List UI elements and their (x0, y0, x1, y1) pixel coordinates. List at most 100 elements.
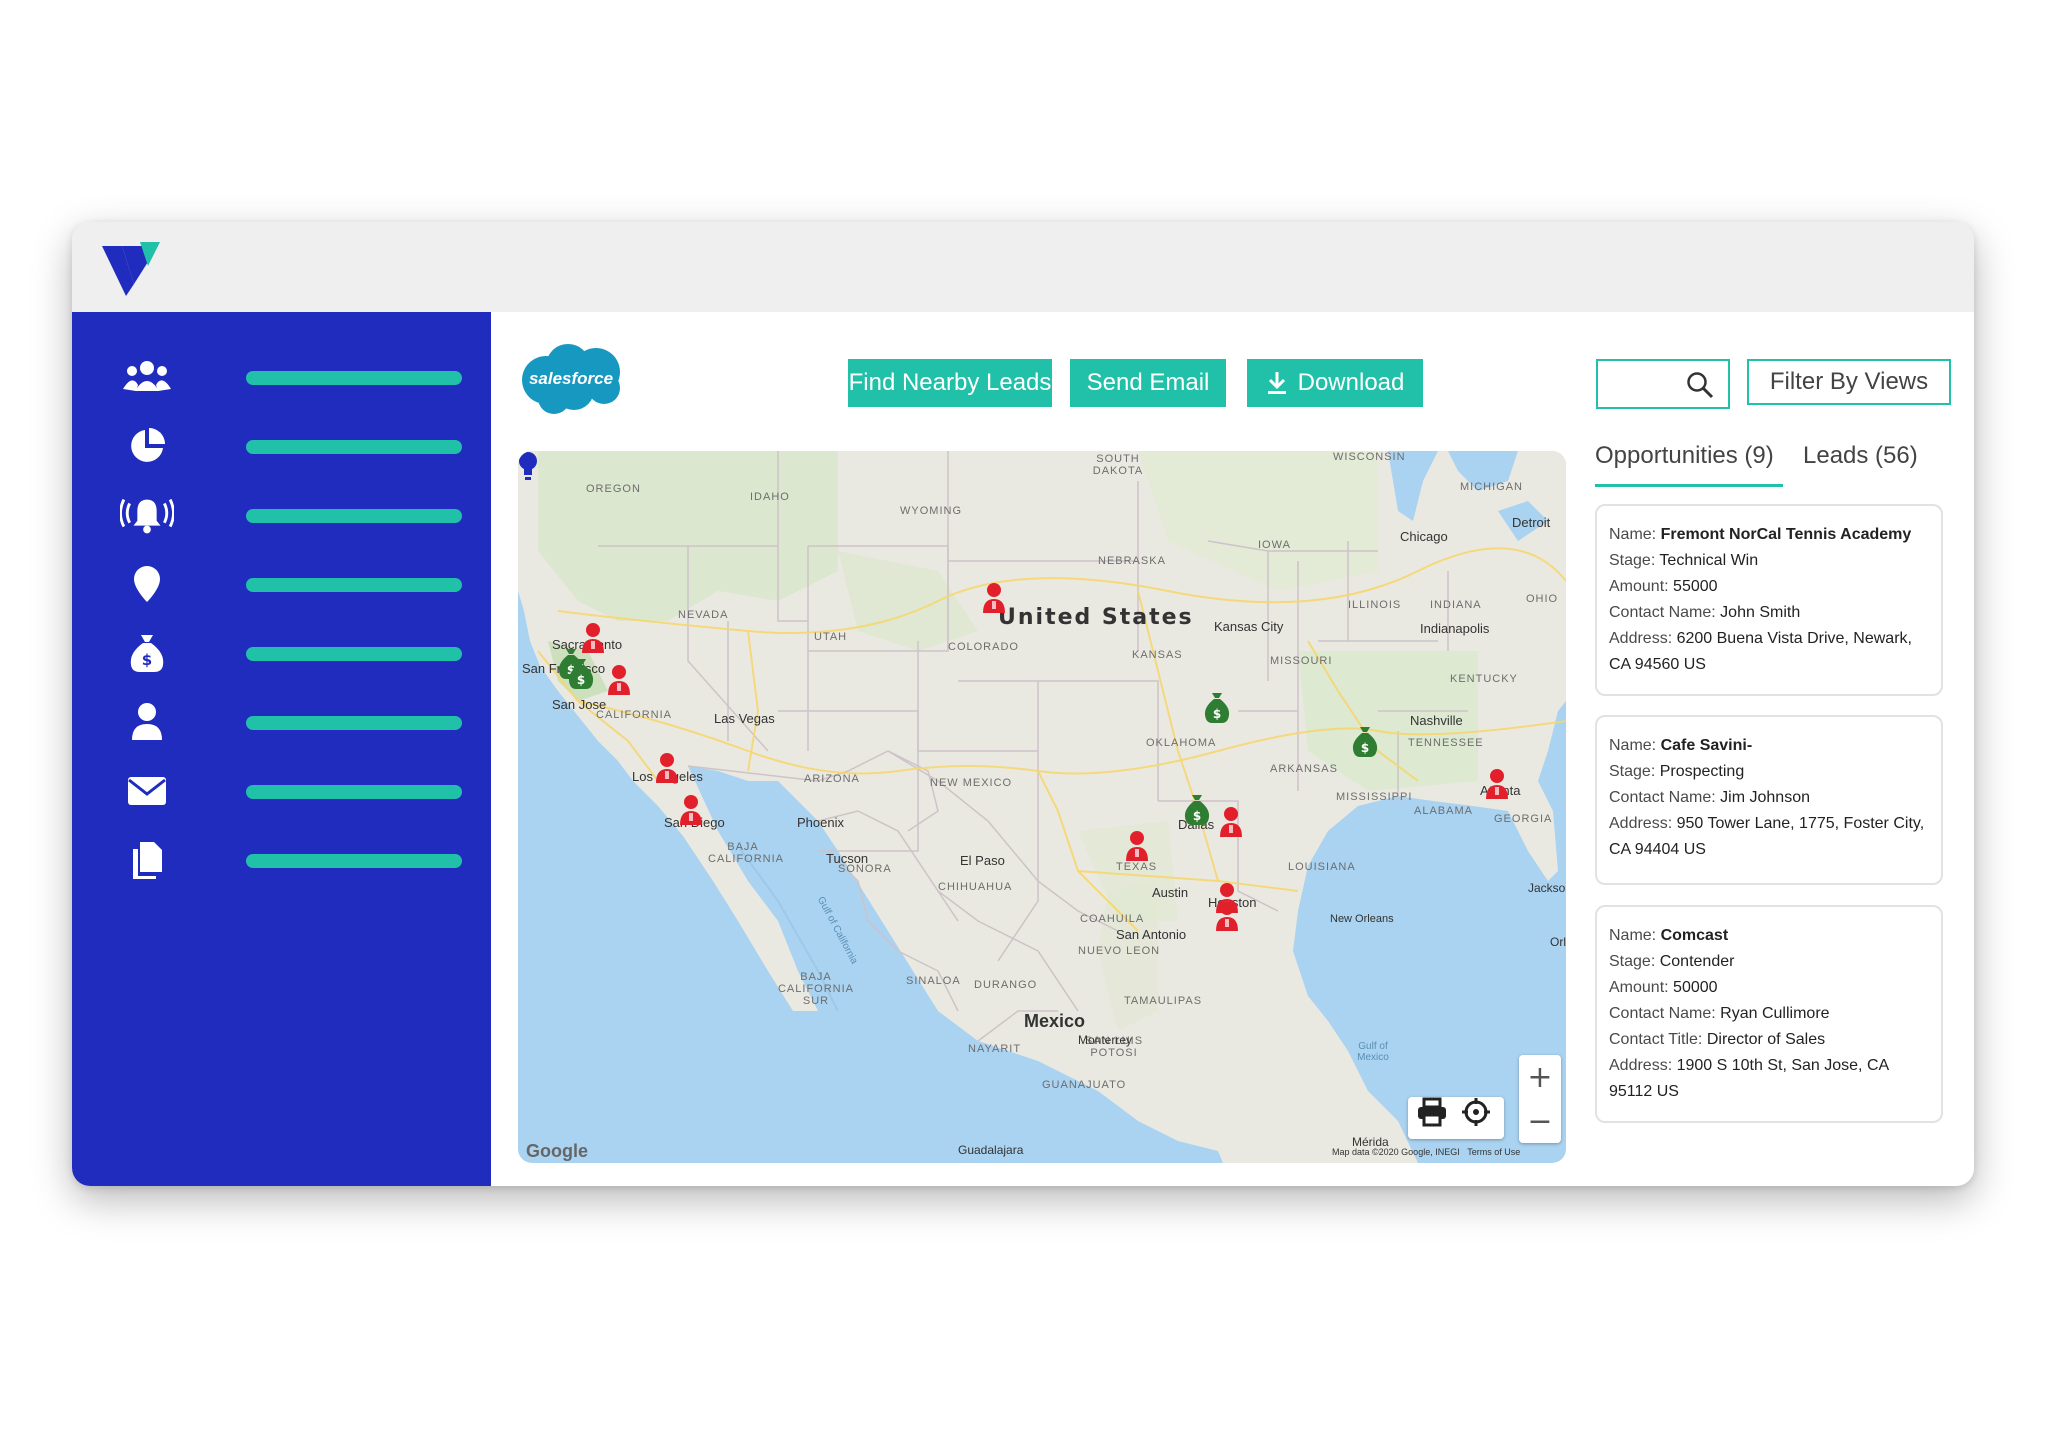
zoom-control: + − (1519, 1055, 1561, 1143)
opportunity-stage: Prospecting (1659, 763, 1745, 780)
lead-pin[interactable] (1218, 805, 1244, 839)
sidebar-item-bar (246, 785, 462, 799)
state-label: NEVADA (678, 609, 729, 621)
opportunity-pin[interactable]: $ (1204, 691, 1230, 725)
state-label: NUEVO LEON (1078, 945, 1161, 957)
field-label: Stage: (1609, 953, 1656, 970)
state-label: KANSAS (1132, 649, 1183, 661)
city-label: El Paso (960, 853, 1005, 868)
sidebar-item-documents[interactable] (120, 840, 462, 880)
country-label: Mexico (1024, 1011, 1086, 1031)
sidebar-item-reports[interactable] (120, 426, 462, 466)
state-label: DURANGO (974, 979, 1038, 991)
svg-text:$: $ (142, 651, 152, 669)
opportunity-pin[interactable]: $ (568, 657, 594, 691)
top-bar (72, 222, 1974, 312)
field-label: Stage: (1609, 763, 1656, 780)
city-label: Tucson (826, 851, 869, 866)
lead-pin[interactable] (654, 751, 680, 785)
lead-pin[interactable] (981, 581, 1007, 615)
city-label: Nashville (1410, 713, 1463, 728)
tab-leads[interactable]: Leads (56) (1803, 442, 1918, 470)
sidebar-item-users[interactable] (120, 357, 462, 397)
city-label: Guadalajara (958, 1143, 1024, 1157)
state-label: OKLAHOMA (1146, 737, 1217, 749)
state-label: ALABAMA (1414, 805, 1473, 817)
lead-pin[interactable] (1124, 829, 1150, 863)
money-bag-icon: $ (130, 635, 164, 672)
lead-pin[interactable] (1214, 899, 1240, 933)
map-attribution: Map data ©2020 Google, INEGI Terms of Us… (1332, 1147, 1520, 1157)
water-label: Gulf of Mexico (1357, 1041, 1389, 1063)
city-label: Monterrey (1078, 1033, 1133, 1047)
sidebar-item-opportunities[interactable]: $ (120, 633, 462, 673)
svg-text:$: $ (1361, 741, 1369, 755)
state-label: ARIZONA (804, 773, 860, 785)
lightbulb-icon[interactable] (518, 451, 538, 483)
contact-title: Director of Sales (1706, 1031, 1826, 1048)
search-icon[interactable] (1686, 371, 1714, 399)
lead-pin[interactable] (678, 793, 704, 827)
app-window: $ salesforce Find Nearby Leads Send Emai… (72, 222, 1974, 1186)
sidebar-item-alerts[interactable] (120, 495, 462, 535)
app-logo-icon[interactable] (102, 242, 166, 296)
search-box[interactable] (1596, 359, 1730, 409)
opportunity-card[interactable]: Name: Fremont NorCal Tennis Academy Stag… (1595, 504, 1943, 696)
city-label: San Antonio (1116, 927, 1187, 942)
locate-icon[interactable] (1460, 1097, 1492, 1127)
google-logo: Google (526, 1141, 588, 1161)
download-button[interactable]: Download (1247, 359, 1423, 407)
envelope-icon (128, 777, 166, 805)
zoom-out-button[interactable]: − (1519, 1099, 1561, 1143)
download-label: Download (1297, 369, 1405, 396)
lead-pin[interactable] (606, 663, 632, 697)
sidebar-item-bar (246, 440, 462, 454)
opportunity-pin[interactable]: $ (1184, 793, 1210, 827)
state-label: GEORGIA (1494, 813, 1553, 825)
state-label: ILLINOIS (1348, 599, 1402, 611)
city-label: Austin (1152, 885, 1189, 900)
sidebar-item-contacts[interactable] (120, 702, 462, 742)
svg-text:salesforce: salesforce (529, 369, 613, 388)
city-label: Las Vegas (714, 711, 775, 726)
search-input[interactable] (1606, 369, 1680, 399)
users-icon (123, 361, 171, 391)
opportunity-card[interactable]: Name: Comcast Stage: Contender Amount: 5… (1595, 905, 1943, 1123)
state-label: KENTUCKY (1450, 673, 1518, 685)
field-label: Name: (1609, 526, 1657, 543)
opportunity-card[interactable]: Name: Cafe Savini- Stage: Prospecting Co… (1595, 715, 1943, 885)
main-content: salesforce Find Nearby Leads Send Email … (491, 312, 1974, 1186)
city-label: Indianapolis (1420, 621, 1490, 636)
lead-pin[interactable] (1484, 767, 1510, 801)
city-label: Kansas City (1214, 619, 1284, 634)
attribution-text: Map data ©2020 Google, INEGI (1332, 1147, 1460, 1157)
active-tab-indicator (1595, 484, 1783, 487)
opportunity-pin[interactable]: $ (1352, 725, 1378, 759)
field-label: Name: (1609, 737, 1657, 754)
tab-opportunities[interactable]: Opportunities (9) (1595, 442, 1774, 470)
sidebar-item-email[interactable] (120, 771, 462, 811)
map-tools (1408, 1097, 1504, 1139)
contact-name: Ryan Cullimore (1720, 1005, 1830, 1022)
print-icon[interactable] (1416, 1097, 1448, 1127)
field-label: Contact Name: (1609, 789, 1716, 806)
filter-by-views-button[interactable]: Filter By Views (1747, 359, 1951, 405)
terms-link[interactable]: Terms of Use (1467, 1147, 1520, 1157)
opportunity-stage: Contender (1659, 953, 1735, 970)
location-pin-icon (134, 566, 160, 602)
city-label: Chicago (1400, 529, 1448, 544)
state-label: OHIO (1526, 593, 1559, 605)
zoom-in-button[interactable]: + (1519, 1055, 1561, 1099)
opportunity-amount: 55000 (1673, 578, 1718, 595)
field-label: Amount: (1609, 578, 1669, 595)
find-nearby-leads-button[interactable]: Find Nearby Leads (848, 359, 1052, 407)
send-email-button[interactable]: Send Email (1070, 359, 1226, 407)
state-label: MISSOURI (1270, 655, 1333, 667)
field-label: Address: (1609, 815, 1673, 832)
state-label: CALIFORNIA (596, 709, 673, 721)
sidebar-item-locations[interactable] (120, 564, 462, 604)
state-label: MICHIGAN (1460, 481, 1523, 493)
field-label: Contact Name: (1609, 1005, 1716, 1022)
contact-name: Jim Johnson (1720, 789, 1810, 806)
map-view[interactable]: OREGON IDAHO WYOMING SOUTH DAKOTA WISCON… (518, 451, 1566, 1163)
